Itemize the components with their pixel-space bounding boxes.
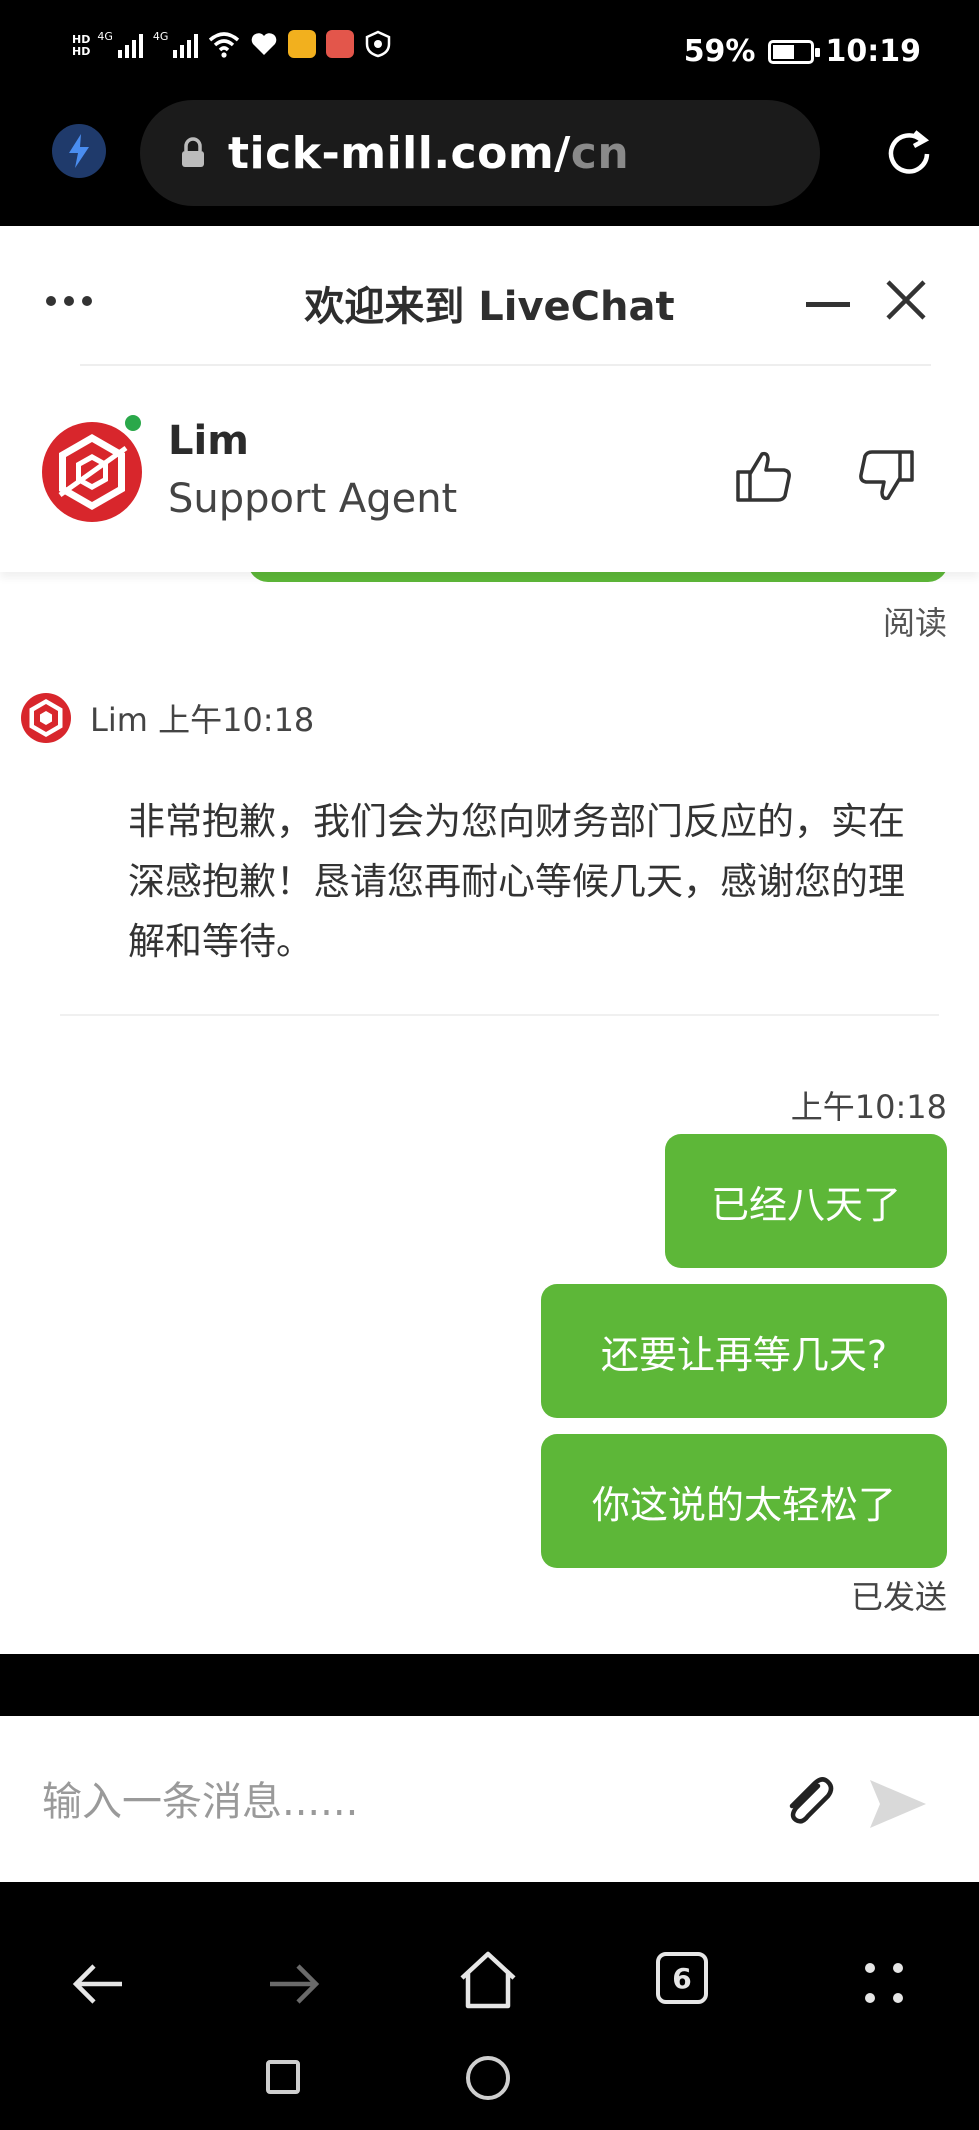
my-message-bubble: 还要让再等几天? bbox=[541, 1284, 947, 1418]
agent-message-meta: Lim 上午10:18 bbox=[90, 701, 315, 739]
agent-bar: Lim Support Agent bbox=[0, 366, 979, 572]
agent-role: Support Agent bbox=[168, 476, 458, 522]
sent-status: 已发送 bbox=[850, 1578, 947, 1616]
status-bar: HD HD 4G 4G 59% 10:19 bbox=[0, 0, 979, 100]
heart-icon bbox=[252, 33, 277, 55]
minimize-icon[interactable] bbox=[806, 302, 850, 307]
url-host: tick-mill.com/ bbox=[228, 127, 571, 179]
thumbs-down-icon[interactable] bbox=[856, 446, 916, 506]
close-icon[interactable] bbox=[884, 278, 928, 322]
battery-icon bbox=[767, 39, 820, 64]
message-input[interactable] bbox=[42, 1772, 742, 1832]
shield-icon bbox=[366, 30, 391, 58]
tabs-icon[interactable]: 6 bbox=[652, 1948, 716, 2012]
message-composer bbox=[0, 1716, 979, 1882]
more-grid-icon[interactable] bbox=[852, 1952, 916, 2016]
online-status-dot bbox=[122, 412, 144, 434]
signal-icon: HD HD 4G bbox=[72, 30, 143, 58]
send-icon[interactable] bbox=[866, 1776, 930, 1832]
battery-percent: 59% bbox=[683, 34, 756, 69]
network-type-label: 4G bbox=[97, 30, 113, 43]
back-icon[interactable] bbox=[66, 1952, 130, 2016]
agent-message-text: 非常抱歉，我们会为您向财务部门反应的，实在深感抱歉！恳请您再耐心等候几天，感谢您… bbox=[128, 800, 905, 963]
reload-icon[interactable] bbox=[881, 126, 937, 182]
mail-app-icon bbox=[288, 30, 317, 58]
my-message-bubble: 你这说的太轻松了 bbox=[541, 1434, 947, 1568]
agent-message-header: Lim 上午10:18 bbox=[20, 692, 314, 744]
chat-messages[interactable]: 阅读 Lim 上午10:18 非常抱歉，我们会为您向财务部门反应的，实在深感抱歉… bbox=[0, 572, 979, 1654]
previous-message-bubble bbox=[248, 572, 948, 582]
url-text: tick-mill.com/cn bbox=[228, 128, 629, 179]
agent-name: Lim bbox=[168, 418, 249, 464]
system-home-button[interactable] bbox=[466, 2056, 510, 2100]
tab-count: 6 bbox=[656, 1952, 708, 2004]
agent-mini-avatar bbox=[21, 693, 71, 743]
status-icons: HD HD 4G 4G bbox=[72, 30, 392, 58]
my-message-bubble: 已经八天了 bbox=[665, 1134, 947, 1268]
address-bar[interactable]: tick-mill.com/cn bbox=[140, 100, 820, 206]
thumbs-up-icon[interactable] bbox=[734, 446, 794, 506]
lock-icon bbox=[182, 137, 204, 167]
wifi-icon bbox=[209, 32, 240, 58]
read-status: 阅读 bbox=[882, 604, 947, 642]
home-icon[interactable] bbox=[456, 1948, 520, 2012]
network-type-label-2: 4G bbox=[152, 30, 169, 43]
app-icon bbox=[326, 30, 355, 58]
url-path: cn bbox=[570, 127, 630, 179]
status-right: 59% 10:19 bbox=[684, 34, 921, 69]
chat-header: 欢迎来到 LiveChat bbox=[0, 226, 979, 366]
bolt-icon[interactable] bbox=[52, 124, 106, 178]
signal-icon-2: 4G bbox=[153, 30, 199, 58]
forward-icon[interactable] bbox=[262, 1952, 326, 2016]
agent-avatar bbox=[42, 422, 142, 522]
paperclip-icon[interactable] bbox=[778, 1772, 838, 1832]
clock: 10:19 bbox=[825, 34, 922, 69]
navigation-bar: 6 bbox=[0, 1882, 979, 2130]
recents-button[interactable] bbox=[266, 2060, 300, 2094]
my-message-time: 上午10:18 bbox=[790, 1088, 947, 1126]
browser-toolbar: tick-mill.com/cn bbox=[0, 100, 979, 226]
message-divider bbox=[60, 1014, 939, 1016]
